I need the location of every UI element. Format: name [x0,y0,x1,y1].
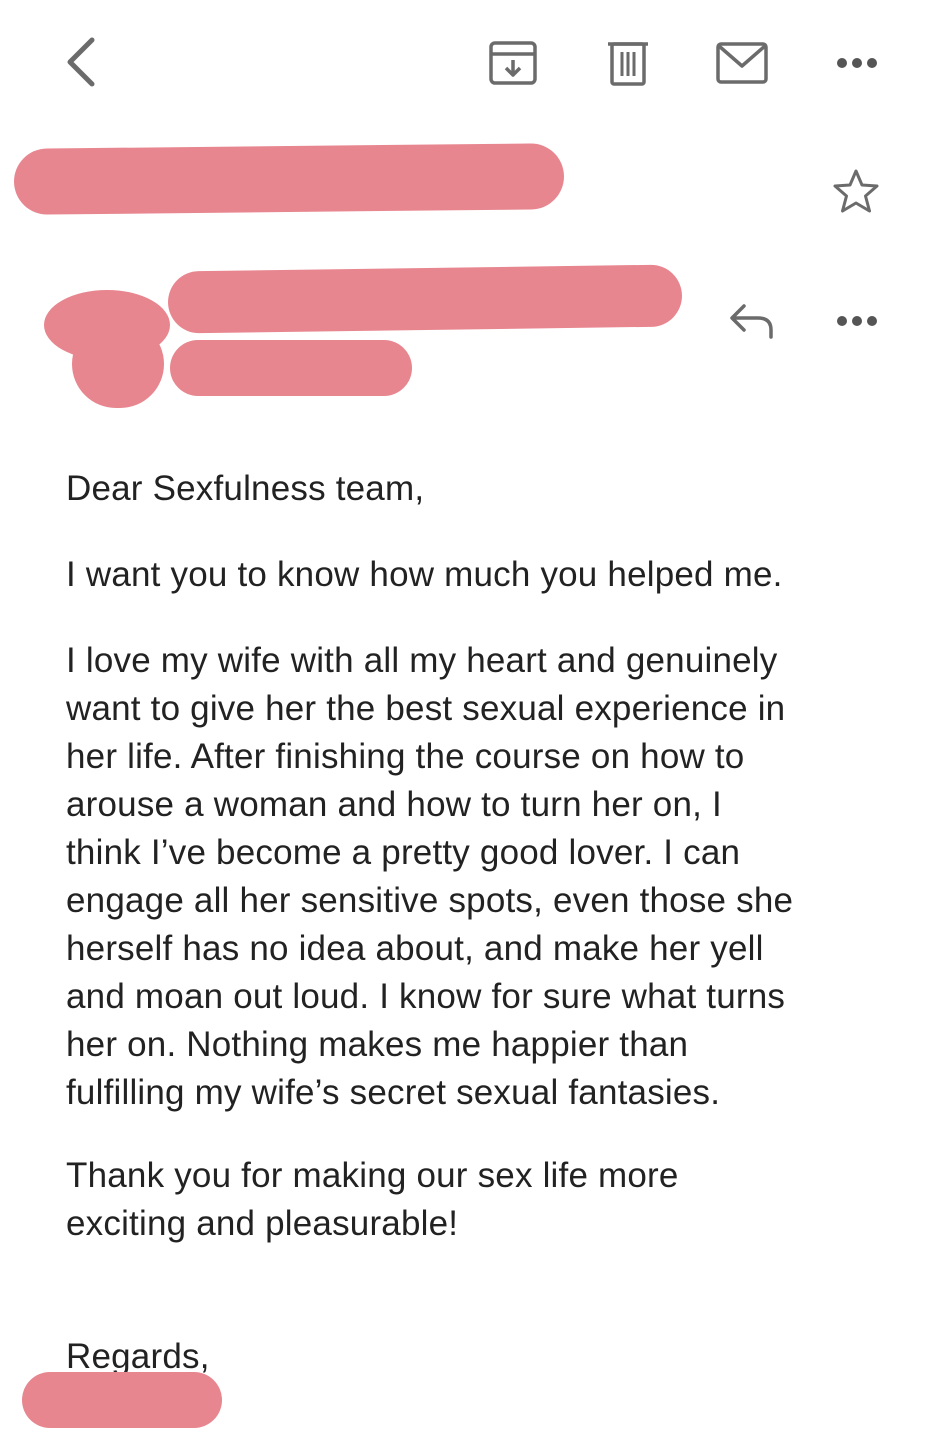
envelope-icon[interactable] [716,42,768,84]
back-chevron-icon[interactable] [60,36,100,88]
message-paragraph: I love my wife with all my heart and gen… [66,641,794,1112]
more-horizontal-icon[interactable] [836,56,878,70]
message-greeting: Dear Sexfulness team, [66,469,425,508]
archive-icon[interactable] [488,40,538,86]
signature-redaction [22,1372,222,1428]
trash-icon[interactable] [607,38,649,86]
avatar-redaction [72,320,164,408]
reply-icon[interactable] [728,300,776,340]
recipient-redaction [170,340,412,396]
star-outline-icon[interactable] [832,168,880,214]
message-paragraph: Thank you for making our sex life more e… [66,1156,679,1243]
subject-redaction [13,143,565,215]
sender-name-redaction [167,264,683,334]
more-horizontal-icon[interactable] [836,314,878,328]
message-paragraph: I want you to know how much you helped m… [66,555,783,594]
